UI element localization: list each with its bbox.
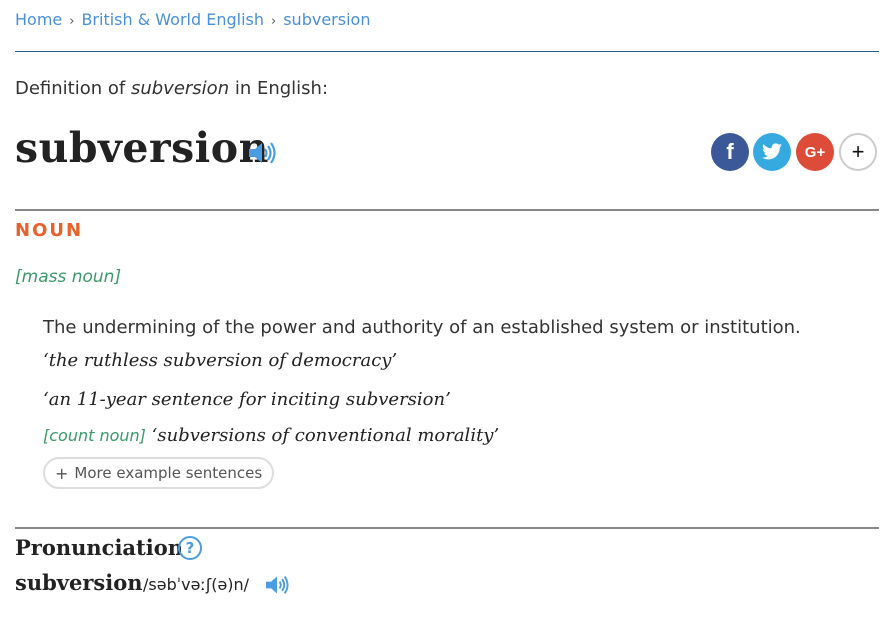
chevron-right-icon: ›: [271, 14, 277, 29]
breadcrumb-current[interactable]: subversion: [283, 10, 370, 29]
example-sentence: ‘the ruthless subversion of democracy’: [43, 350, 397, 371]
breadcrumb-british-world-english[interactable]: British & World English: [81, 10, 264, 29]
plus-icon: +: [851, 139, 865, 164]
part-of-speech: NOUN: [15, 220, 84, 241]
definition-of-word: subversion: [130, 78, 230, 99]
divider: [15, 527, 879, 529]
example-text: ‘subversions of conventional morality’: [151, 425, 500, 446]
example-text: ‘the ruthless subversion of democracy’: [43, 350, 398, 371]
question-circle-icon[interactable]: ?: [178, 536, 202, 560]
more-example-sentences-button[interactable]: + More example sentences: [43, 457, 275, 489]
definition-of-suffix: in English:: [229, 78, 329, 99]
example-sentence: ‘an 11-year sentence for inciting subver…: [43, 389, 451, 410]
definition-of-label: Definition of subversion in English:: [15, 78, 328, 99]
divider: [15, 209, 879, 211]
chevron-right-icon: ›: [69, 14, 75, 29]
definition-of-prefix: Definition of: [15, 78, 131, 99]
divider: [15, 51, 879, 52]
twitter-share-button[interactable]: [753, 133, 791, 171]
more-share-button[interactable]: +: [839, 133, 877, 171]
example-text: ‘an 11-year sentence for inciting subver…: [43, 389, 451, 410]
headword: subversion: [15, 124, 269, 172]
breadcrumb: Home › British & World English › subversion: [15, 10, 370, 29]
pronunciation-ipa: /səbˈvəːʃ(ə)n/: [143, 575, 250, 594]
google-plus-icon: G+: [804, 143, 826, 161]
more-example-sentences-label: More example sentences: [74, 464, 263, 482]
speaker-icon[interactable]: [247, 140, 277, 166]
twitter-icon: [762, 143, 782, 160]
facebook-icon: f: [726, 139, 734, 164]
pronunciation-word: subversion: [15, 570, 143, 595]
google-plus-share-button[interactable]: G+: [796, 133, 834, 171]
breadcrumb-home[interactable]: Home: [15, 10, 62, 29]
example-grammar-note: [count noun]: [43, 426, 146, 445]
speaker-icon[interactable]: [264, 574, 290, 596]
grammar-note: [mass noun]: [15, 267, 122, 287]
pronunciation-heading: Pronunciation: [15, 535, 183, 560]
definition-text: The undermining of the power and authori…: [43, 317, 801, 338]
facebook-share-button[interactable]: f: [711, 133, 749, 171]
plus-icon: +: [55, 463, 69, 483]
example-sentence: [count noun] ‘subversions of conventiona…: [43, 425, 499, 446]
help-glyph: ?: [185, 539, 195, 557]
